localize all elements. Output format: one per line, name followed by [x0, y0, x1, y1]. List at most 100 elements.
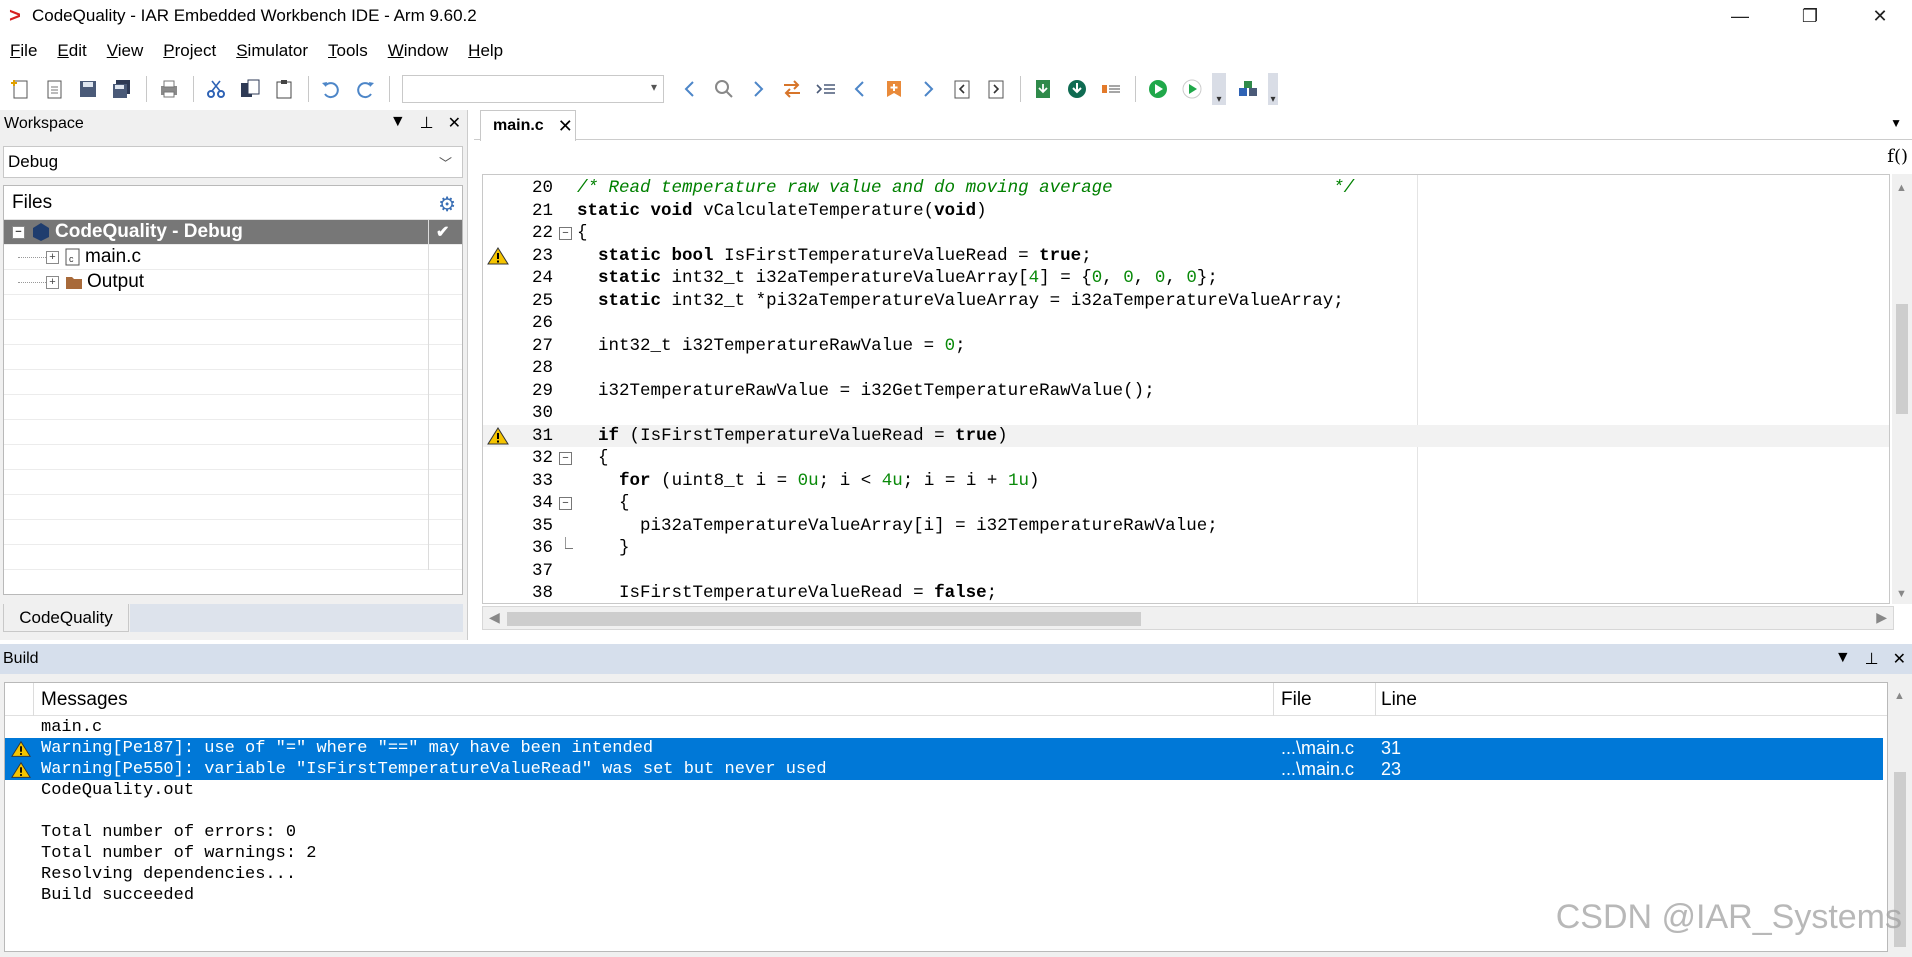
- menu-file[interactable]: File: [10, 41, 37, 61]
- menu-help[interactable]: Help: [468, 41, 503, 61]
- download-debug-icon[interactable]: [1063, 75, 1091, 103]
- tree-item-project[interactable]: − CodeQuality - Debug ✔: [4, 220, 462, 245]
- tree-item-main-c[interactable]: + c main.c: [4, 245, 462, 270]
- code-line[interactable]: 29 i32TemperatureRawValue = i32GetTemper…: [483, 380, 1889, 403]
- scroll-up-icon[interactable]: ▲: [1896, 182, 1907, 194]
- build-message-row[interactable]: Warning[Pe550]: variable "IsFirstTempera…: [5, 759, 1883, 780]
- column-messages[interactable]: Messages: [41, 689, 128, 711]
- paste-icon[interactable]: [270, 75, 298, 103]
- menu-view[interactable]: View: [107, 41, 144, 61]
- cut-icon[interactable]: [202, 75, 230, 103]
- column-line[interactable]: Line: [1381, 689, 1417, 711]
- toolbar-options-icon[interactable]: [1234, 75, 1262, 103]
- close-panel-icon[interactable]: ✕: [448, 113, 461, 133]
- redo-icon[interactable]: [351, 75, 379, 103]
- scroll-left-icon[interactable]: ◀: [489, 609, 500, 626]
- close-window-button[interactable]: ✕: [1845, 0, 1912, 32]
- compile-icon[interactable]: [1029, 75, 1057, 103]
- gear-icon[interactable]: ⚙: [438, 192, 456, 217]
- code-line[interactable]: 27 int32_t i32TemperatureRawValue = 0;: [483, 335, 1889, 358]
- editor-vertical-scrollbar[interactable]: ▲ ▼: [1892, 174, 1912, 604]
- menu-simulator[interactable]: Simulator: [236, 41, 308, 61]
- next-error-icon[interactable]: [982, 75, 1010, 103]
- menu-edit[interactable]: Edit: [57, 41, 86, 61]
- toolbar-grip-icon[interactable]: ▾: [1268, 73, 1278, 105]
- code-line[interactable]: 20 /* Read temperature raw value and do m…: [483, 177, 1889, 200]
- expand-icon[interactable]: +: [46, 275, 59, 289]
- editor-horizontal-scrollbar[interactable]: ◀ ▶: [482, 606, 1894, 630]
- close-tab-icon[interactable]: ✕: [558, 116, 573, 137]
- scroll-down-icon[interactable]: ▼: [1896, 588, 1907, 600]
- function-navigator-icon[interactable]: f(): [1887, 146, 1908, 167]
- build-message-row[interactable]: Total number of errors: 0: [5, 822, 1883, 843]
- code-line[interactable]: 37: [483, 560, 1889, 583]
- fold-toggle-icon[interactable]: −: [559, 452, 572, 465]
- undo-icon[interactable]: [317, 75, 345, 103]
- code-line[interactable]: 36 }: [483, 537, 1889, 560]
- pin-icon[interactable]: ⊥: [420, 113, 434, 133]
- code-line[interactable]: 22−{: [483, 222, 1889, 245]
- prev-bookmark-icon[interactable]: [846, 75, 874, 103]
- build-message-row[interactable]: Total number of warnings: 2: [5, 843, 1883, 864]
- panel-menu-icon[interactable]: ▼: [390, 113, 406, 133]
- find-icon[interactable]: [710, 75, 738, 103]
- code-line[interactable]: 30: [483, 402, 1889, 425]
- expand-icon[interactable]: +: [46, 250, 59, 264]
- menu-window[interactable]: Window: [388, 41, 448, 61]
- column-file[interactable]: File: [1281, 689, 1312, 711]
- code-line[interactable]: 21 static void vCalculateTemperature(void…: [483, 200, 1889, 223]
- nav-back-icon[interactable]: [676, 75, 704, 103]
- fold-toggle-icon[interactable]: −: [559, 497, 572, 510]
- stop-build-icon[interactable]: [1097, 75, 1125, 103]
- tab-main-c[interactable]: main.c ✕: [480, 110, 576, 141]
- warning-icon[interactable]: [487, 426, 509, 445]
- code-line[interactable]: 34− {: [483, 492, 1889, 515]
- scroll-thumb[interactable]: [1896, 304, 1908, 414]
- menu-tools[interactable]: Tools: [328, 41, 368, 61]
- code-line[interactable]: 28: [483, 357, 1889, 380]
- tab-list-dropdown-icon[interactable]: ▼: [1890, 116, 1902, 130]
- scroll-thumb[interactable]: [507, 612, 1141, 626]
- code-line[interactable]: 35 pi32aTemperatureValueArray[i] = i32Te…: [483, 515, 1889, 538]
- warning-icon[interactable]: [487, 246, 509, 265]
- restore-button[interactable]: ❐: [1775, 0, 1845, 32]
- configuration-select[interactable]: Debug ﹀: [3, 146, 463, 178]
- code-line[interactable]: 31 if (IsFirstTemperatureValueRead = tru…: [483, 424, 1889, 447]
- toolbar-overflow-icon[interactable]: ▾: [1212, 73, 1226, 105]
- code-line[interactable]: 33 for (uint8_t i = 0u; i < 4u; i = i + …: [483, 470, 1889, 493]
- pin-icon[interactable]: ⊥: [1865, 649, 1879, 669]
- menu-project[interactable]: Project: [163, 41, 216, 61]
- code-line[interactable]: 23 static bool IsFirstTemperatureValueRe…: [483, 245, 1889, 268]
- code-line[interactable]: 26: [483, 312, 1889, 335]
- find-combo-box[interactable]: [402, 75, 664, 103]
- debug-without-download-icon[interactable]: [1178, 75, 1206, 103]
- close-panel-icon[interactable]: ✕: [1893, 649, 1906, 669]
- build-message-row[interactable]: Warning[Pe187]: use of "=" where "==" ma…: [5, 738, 1883, 759]
- code-editor[interactable]: 20 /* Read temperature raw value and do m…: [482, 174, 1890, 604]
- code-line[interactable]: 24 static int32_t i32aTemperatureValueAr…: [483, 267, 1889, 290]
- workspace-tab-codequality[interactable]: CodeQuality: [3, 604, 129, 632]
- prev-error-icon[interactable]: [948, 75, 976, 103]
- make-icon[interactable]: [1144, 75, 1172, 103]
- tree-item-output[interactable]: + Output: [4, 270, 462, 295]
- next-bookmark-icon[interactable]: [914, 75, 942, 103]
- build-message-row[interactable]: CodeQuality.out: [5, 780, 1883, 801]
- new-file-icon[interactable]: [6, 75, 34, 103]
- nav-forward-icon[interactable]: [744, 75, 772, 103]
- minimize-button[interactable]: —: [1705, 0, 1775, 32]
- code-line[interactable]: 38 IsFirstTemperatureValueRead = false;: [483, 582, 1889, 603]
- collapse-icon[interactable]: −: [12, 225, 25, 239]
- fold-toggle-icon[interactable]: −: [559, 227, 572, 240]
- copy-icon[interactable]: [236, 75, 264, 103]
- open-file-icon[interactable]: [40, 75, 68, 103]
- save-icon[interactable]: [74, 75, 102, 103]
- build-message-row[interactable]: [5, 801, 1883, 822]
- code-line[interactable]: 32− {: [483, 447, 1889, 470]
- scroll-right-icon[interactable]: ▶: [1876, 609, 1887, 626]
- save-all-icon[interactable]: [108, 75, 136, 103]
- go-to-icon[interactable]: [812, 75, 840, 103]
- replace-icon[interactable]: [778, 75, 806, 103]
- build-message-row[interactable]: Resolving dependencies...: [5, 864, 1883, 885]
- panel-menu-icon[interactable]: ▼: [1835, 649, 1851, 669]
- build-message-row[interactable]: main.c: [5, 717, 1883, 738]
